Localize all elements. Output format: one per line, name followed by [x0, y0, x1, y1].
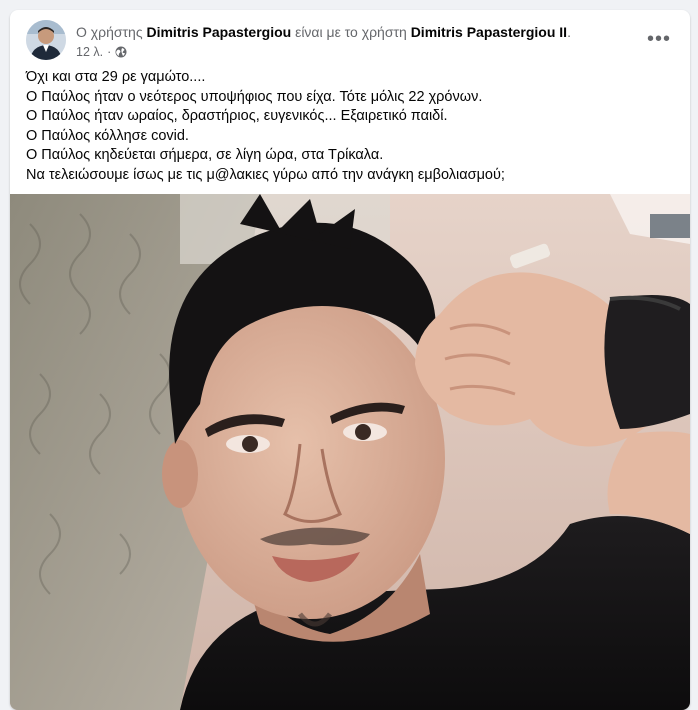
post-photo[interactable] — [10, 194, 690, 710]
selfie-illustration — [10, 194, 690, 710]
post-card: Ο χρήστης Dimitris Papastergiou είναι με… — [10, 10, 690, 710]
post-text-line: Ο Παύλος κηδεύεται σήμερα, σε λίγη ώρα, … — [26, 147, 384, 164]
tagged-name-link[interactable]: Dimitris Papastergiou II — [411, 24, 567, 40]
post-header: Ο χρήστης Dimitris Papastergiou είναι με… — [26, 20, 674, 62]
tagged-suffix: . — [567, 24, 571, 40]
globe-icon[interactable] — [115, 46, 127, 58]
author-prefix: Ο χρήστης — [76, 24, 147, 40]
post-text-line: Ο Παύλος ήταν ωραίος, δραστήριος, ευγενι… — [26, 108, 448, 125]
separator-dot: · — [107, 45, 112, 59]
more-options-icon[interactable]: ••• — [644, 26, 674, 52]
post-meta: Ο χρήστης Dimitris Papastergiou είναι με… — [76, 23, 634, 60]
author-avatar[interactable] — [26, 20, 66, 60]
post-subline: 12 λ. · — [76, 44, 634, 60]
post-text-line: Ο Παύλος ήταν ο νεότερος υποψήφιος που ε… — [26, 88, 483, 105]
post-text: Όχι και στα 29 ρε γαμώτο.... Ο Παύλος ήτ… — [26, 68, 674, 186]
post-text-line: Να τελειώσουμε ίσως με τις μ@λακιες γύρω… — [26, 166, 505, 183]
post-author-line: Ο χρήστης Dimitris Papastergiou είναι με… — [76, 23, 634, 41]
more-options-label: ••• — [646, 27, 671, 50]
author-name-link[interactable]: Dimitris Papastergiou — [146, 24, 291, 40]
post-timestamp[interactable]: 12 λ. — [76, 44, 103, 60]
with-text: είναι με το χρήστη — [291, 24, 411, 40]
post-text-line: Όχι και στα 29 ρε γαμώτο.... — [26, 69, 206, 85]
post-text-line: Ο Παύλος κόλλησε covid. — [26, 127, 189, 144]
